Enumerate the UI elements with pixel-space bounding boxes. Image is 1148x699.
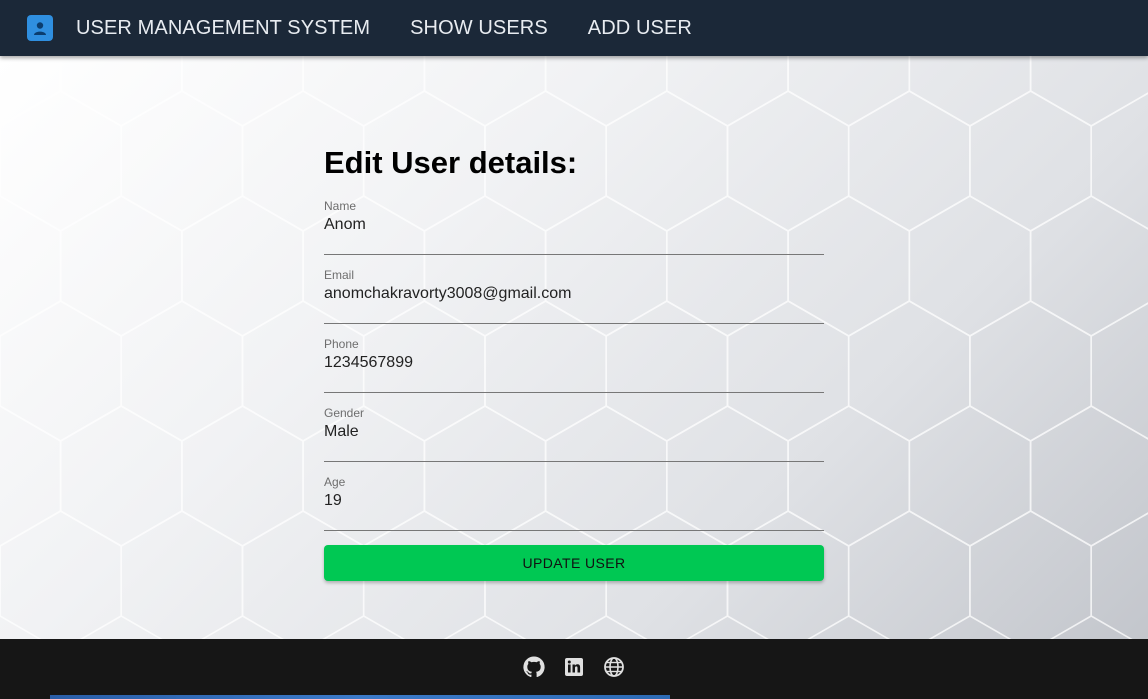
- nav-add-user-link[interactable]: ADD USER: [588, 17, 692, 40]
- gender-input[interactable]: [324, 423, 824, 442]
- age-input[interactable]: [324, 492, 824, 511]
- top-navbar: USER MANAGEMENT SYSTEM SHOW USERS ADD US…: [0, 0, 1148, 56]
- form-heading: Edit User details:: [324, 145, 578, 180]
- github-icon[interactable]: [522, 655, 546, 679]
- phone-input[interactable]: [324, 354, 824, 373]
- phone-label: Phone: [324, 337, 359, 352]
- edit-user-form: Edit User details: Name Email Phone Gend…: [324, 145, 824, 544]
- age-label: Age: [324, 475, 346, 490]
- update-user-button[interactable]: UPDATE USER: [324, 545, 824, 581]
- email-label: Email: [324, 268, 355, 283]
- taskbar-strip: [50, 695, 670, 699]
- name-label: Name: [324, 199, 357, 214]
- name-input[interactable]: [324, 216, 824, 235]
- linkedin-icon[interactable]: [562, 655, 586, 679]
- gender-label: Gender: [324, 406, 365, 421]
- phone-field: Phone: [324, 337, 824, 394]
- nav-app-title[interactable]: USER MANAGEMENT SYSTEM: [76, 17, 370, 40]
- age-field: Age: [324, 475, 824, 532]
- nav-show-users-link[interactable]: SHOW USERS: [410, 17, 548, 40]
- email-field: Email: [324, 268, 824, 325]
- name-field: Name: [324, 199, 824, 256]
- user-management-logo-icon[interactable]: [27, 15, 53, 41]
- globe-icon[interactable]: [602, 655, 626, 679]
- footer: [0, 639, 1148, 699]
- email-input[interactable]: [324, 285, 824, 304]
- main-content: Edit User details: Name Email Phone Gend…: [0, 56, 1148, 639]
- gender-field: Gender: [324, 406, 824, 463]
